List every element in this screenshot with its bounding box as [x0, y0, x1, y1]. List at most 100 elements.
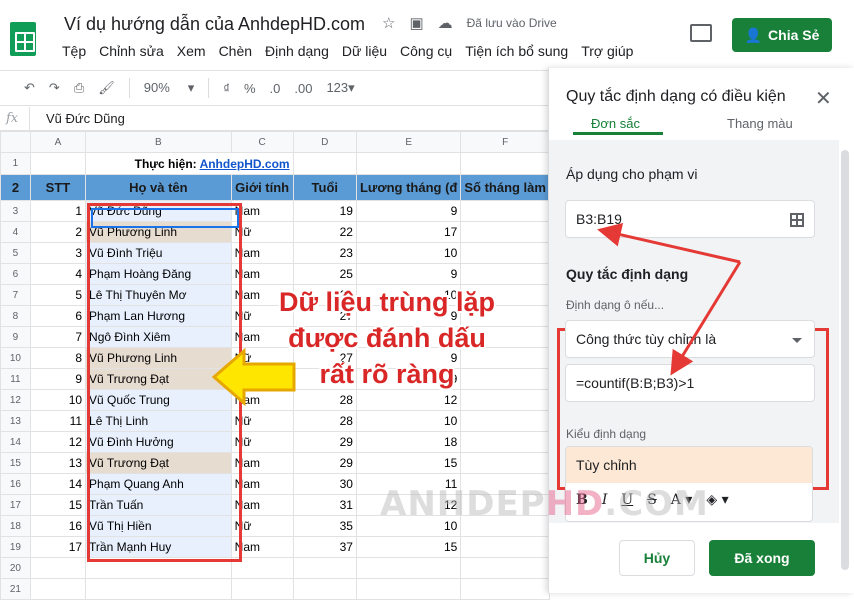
cell[interactable] [460, 152, 550, 175]
menu-format[interactable]: Định dạng [265, 43, 329, 59]
cell-age[interactable]: 19 [292, 200, 357, 222]
row-header[interactable]: 15 [0, 452, 31, 474]
star-icon[interactable]: ☆ [382, 14, 395, 32]
increase-decimal-button[interactable]: .00 [294, 81, 312, 96]
cell-gender[interactable]: Nữ [230, 515, 294, 537]
condition-select[interactable]: Công thức tùy chỉnh là [565, 320, 815, 358]
cell-gender[interactable]: Nữ [230, 431, 294, 453]
cell-stt[interactable]: 6 [29, 305, 87, 327]
cell-name[interactable]: Vũ Thị Hiền [85, 515, 232, 537]
row-header[interactable]: 19 [0, 536, 31, 558]
formula-input[interactable]: Vũ Đức Dũng [30, 111, 125, 126]
cell-stt[interactable]: 17 [29, 536, 87, 558]
cell-name[interactable]: Trần Tuấn [85, 494, 232, 516]
cell-name[interactable]: Phạm Quang Anh [85, 473, 232, 495]
style-preview[interactable]: Tùy chỉnh [566, 447, 812, 483]
cell-salary[interactable]: 12 [355, 389, 462, 411]
print-icon[interactable]: ⎙ [74, 80, 84, 96]
cell-stt[interactable]: 14 [29, 473, 87, 495]
cell-age[interactable]: 30 [292, 473, 357, 495]
col-header-e[interactable]: E [355, 131, 462, 153]
cell[interactable] [460, 578, 550, 600]
row-header[interactable]: 13 [0, 410, 31, 432]
cell-salary[interactable]: 17 [355, 221, 462, 243]
cell-gender[interactable]: Nam [230, 452, 294, 474]
more-formats-button[interactable]: 123▾ [326, 80, 354, 96]
row-header[interactable]: 10 [0, 347, 31, 369]
cell-name[interactable]: Vũ Đình Triệu [85, 242, 232, 264]
share-button[interactable]: 👤 Chia Sẻ [732, 18, 832, 52]
cell[interactable] [29, 578, 87, 600]
col-header-a[interactable]: A [29, 131, 87, 153]
cell-gender[interactable]: Nữ [230, 410, 294, 432]
cell[interactable] [230, 578, 294, 600]
row-header[interactable]: 4 [0, 221, 31, 243]
cell-stt[interactable]: 13 [29, 452, 87, 474]
cell-age[interactable]: 25 [292, 263, 357, 285]
redo-icon[interactable]: ↷ [49, 80, 60, 96]
header-stt[interactable]: STT [29, 174, 87, 201]
decrease-decimal-button[interactable]: .0 [270, 81, 281, 96]
menu-help[interactable]: Trợ giúp [581, 43, 633, 59]
cell[interactable] [292, 557, 357, 579]
cell[interactable] [355, 152, 462, 175]
cell-name[interactable]: Vũ Quốc Trung [85, 389, 232, 411]
cell[interactable] [292, 578, 357, 600]
cell-salary[interactable]: 10 [355, 410, 462, 432]
cell-age[interactable]: 22 [292, 221, 357, 243]
tab-color-scale[interactable]: Thang màu [727, 116, 793, 131]
cancel-button[interactable]: Hủy [619, 540, 695, 576]
cell-gender[interactable]: Nam [230, 494, 294, 516]
cell[interactable] [460, 410, 550, 432]
menu-view[interactable]: Xem [177, 43, 206, 59]
row-header[interactable]: 20 [0, 557, 31, 579]
cell-gender[interactable]: Nam [230, 200, 294, 222]
cell-salary[interactable]: 9 [355, 200, 462, 222]
doc-title[interactable]: Ví dụ hướng dẫn của AnhdepHD.com [64, 14, 365, 35]
cell-name[interactable]: Phạm Hoàng Đăng [85, 263, 232, 285]
cell[interactable] [355, 578, 462, 600]
cell[interactable] [460, 200, 550, 222]
cell-salary[interactable]: 9 [355, 263, 462, 285]
cell[interactable] [460, 452, 550, 474]
cell-age[interactable]: 28 [292, 410, 357, 432]
zoom-select[interactable]: 90% ▾ [144, 80, 195, 96]
cell-name[interactable]: Vũ Phương Linh [85, 221, 232, 243]
close-icon[interactable]: ✕ [815, 86, 832, 111]
cell-salary[interactable]: 18 [355, 431, 462, 453]
done-button[interactable]: Đã xong [709, 540, 815, 576]
cell-gender[interactable]: Nam [230, 536, 294, 558]
cell[interactable] [230, 557, 294, 579]
cell-name[interactable]: Vũ Trương Đạt [85, 368, 232, 390]
col-header-f[interactable]: F [460, 131, 550, 153]
cell-age[interactable]: 35 [292, 515, 357, 537]
cell-gender[interactable]: Nam [230, 263, 294, 285]
select-all-corner[interactable] [0, 131, 31, 153]
cell-stt[interactable]: 8 [29, 347, 87, 369]
cell[interactable] [292, 152, 357, 175]
cell-age[interactable]: 29 [292, 452, 357, 474]
row-header[interactable]: 6 [0, 263, 31, 285]
cell-stt[interactable]: 5 [29, 284, 87, 306]
fill-color-icon[interactable]: ◈ ▾ [706, 492, 728, 508]
row-header[interactable]: 2 [0, 174, 31, 201]
col-header-c[interactable]: C [230, 131, 294, 153]
cell[interactable] [85, 557, 232, 579]
menu-edit[interactable]: Chỉnh sửa [99, 43, 164, 59]
row-header[interactable]: 1 [0, 152, 31, 175]
tab-single-color[interactable]: Đơn sắc [591, 116, 640, 131]
cell-name[interactable]: Trần Mạnh Huy [85, 536, 232, 558]
cell-stt[interactable]: 7 [29, 326, 87, 348]
cell-stt[interactable]: 16 [29, 515, 87, 537]
cell-stt[interactable]: 11 [29, 410, 87, 432]
cell-name[interactable]: Lê Thị Linh [85, 410, 232, 432]
formula-field[interactable]: =countif(B:B;B3)>1 [565, 364, 815, 402]
cell-gender[interactable]: Nam [230, 473, 294, 495]
cell[interactable] [460, 221, 550, 243]
undo-icon[interactable]: ↶ [24, 80, 35, 96]
cell[interactable] [460, 431, 550, 453]
cell[interactable] [460, 557, 550, 579]
row-header[interactable]: 3 [0, 200, 31, 222]
cell-age[interactable]: 37 [292, 536, 357, 558]
row-header[interactable]: 9 [0, 326, 31, 348]
